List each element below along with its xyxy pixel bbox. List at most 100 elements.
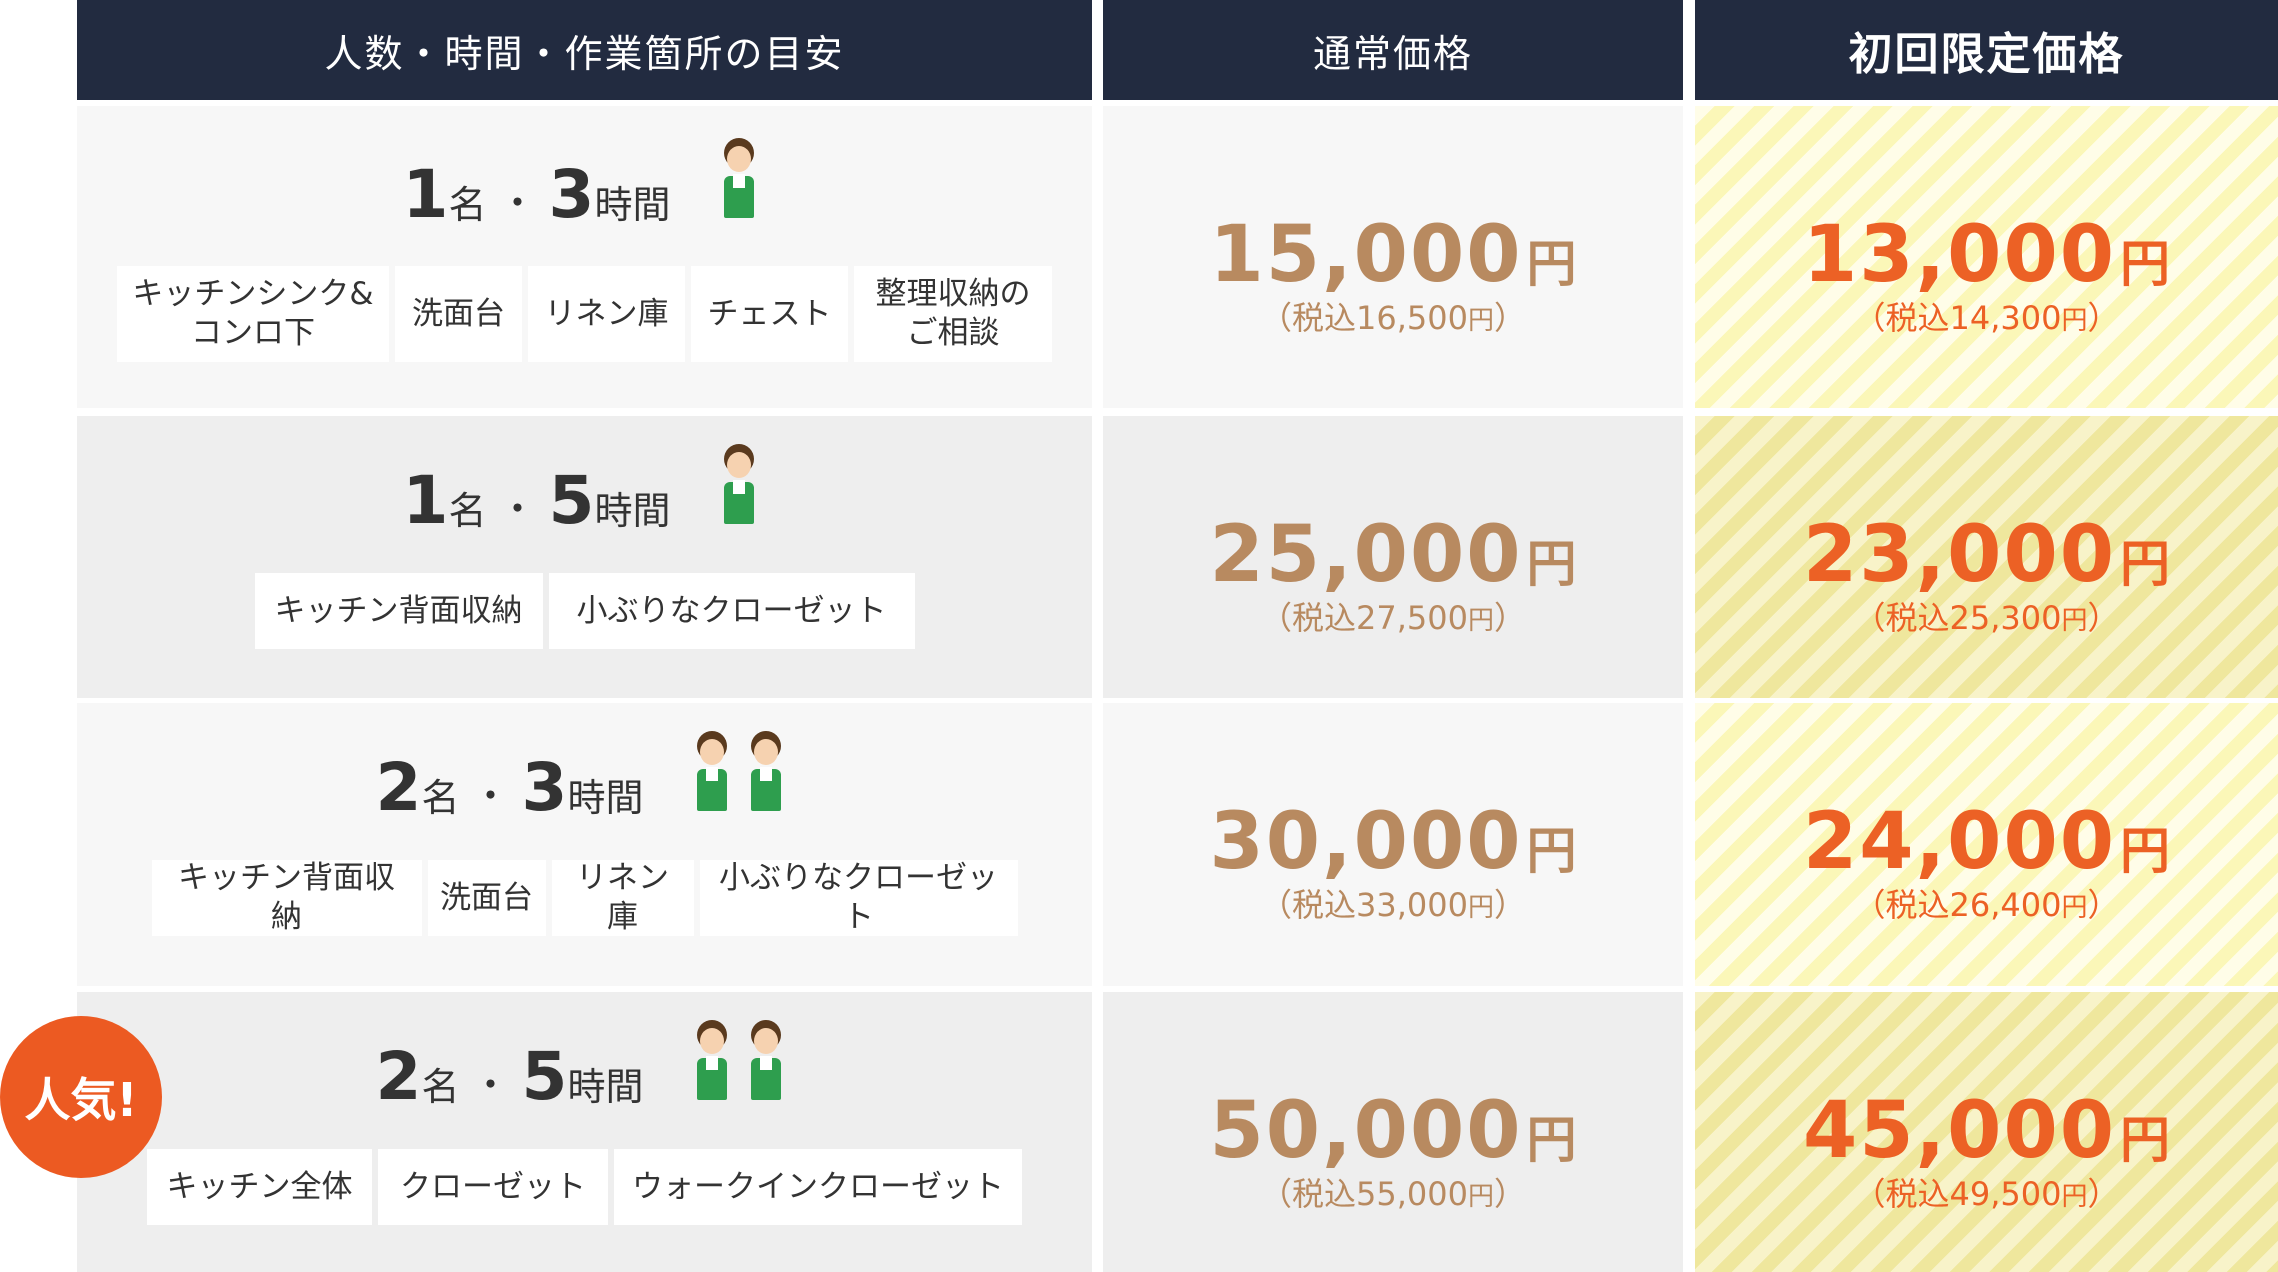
tax-label: （税込26,400 [1853,886,2062,924]
hours-unit: 時間 [594,489,671,533]
staff-icons [685,731,793,815]
pricing-table: 人数・時間・作業箇所の目安 通常価格 初回限定価格 1 名・ 3 時間 キッチンシンク&… [77,0,2278,1272]
staff-icons [712,444,766,528]
regular-price: 50,000円 [1103,1092,1683,1170]
people-unit: 名 [448,183,487,227]
plan-cell: 2 名・ 3 時間 キッチン背面収納 洗面台 リネン庫 小ぶりなクローゼット [77,703,1092,986]
staff-icon [743,1020,789,1104]
hours-unit: 時間 [567,1065,644,1109]
yen-symbol: 円 [2120,822,2170,880]
hours-count: 3 [548,156,595,233]
tax-label: （税込49,500 [1853,1175,2062,1213]
staff-icon [689,731,735,815]
yen-symbol: 円 [1467,893,1494,923]
intro-price: 45,000円 [1695,1092,2278,1170]
intro-price: 24,000円 [1695,803,2278,881]
yen-symbol: 円 [2061,606,2088,636]
area-tags: キッチンシンク& コンロ下 洗面台 リネン庫 チェスト 整理収納の ご相談 [77,266,1092,362]
regular-price-cell: 15,000円 （税込16,500円） [1103,106,1683,408]
plan-cell: 1 名・ 3 時間キッチンシンク& コンロ下 洗面台 リネン庫 チェスト 整理収納の ご相談 [77,106,1092,408]
area-tag: キッチンシンク& コンロ下 [117,266,389,362]
yen-symbol: 円 [1526,822,1577,880]
regular-tax-included: （税込33,000円） [1103,889,1683,921]
intro-price-amount: 23,000 [1803,510,2116,600]
intro-tax-included: （税込26,400円） [1695,889,2278,921]
people-unit: 名 [448,489,487,533]
plan-summary: 1 名・ 3 時間 [77,128,1092,228]
yen-symbol: 円 [1526,1111,1577,1169]
regular-price: 25,000円 [1103,516,1683,594]
area-tag: 洗面台 [427,860,546,936]
yen-symbol: 円 [1526,535,1577,593]
yen-symbol: 円 [2120,235,2170,293]
regular-price-amount: 50,000 [1209,1086,1523,1176]
area-tags: キッチン背面収納 小ぶりなクローゼット [77,573,1092,649]
people-unit: 名 [421,1065,460,1109]
separator-dot: ・ [471,774,510,818]
regular-price-cell: 30,000円 （税込33,000円） [1103,703,1683,986]
staff-icon [689,1020,735,1104]
intro-tax-included: （税込49,500円） [1695,1178,2278,1210]
tax-label: （税込55,000 [1259,1175,1468,1213]
intro-tax-included: （税込14,300円） [1695,302,2278,334]
popular-badge: 人気! [0,1016,162,1178]
tax-label: （税込16,500 [1259,299,1468,337]
intro-price: 23,000円 [1695,516,2278,594]
hours-unit: 時間 [567,776,644,820]
tax-label: （税込33,000 [1259,886,1468,924]
regular-tax-included: （税込55,000円） [1103,1178,1683,1210]
tax-close: ） [2087,299,2120,337]
staff-icon [716,444,762,528]
regular-price-cell: 25,000円 （税込27,500円） [1103,416,1683,698]
intro-price-cell: 23,000円 （税込25,300円） [1695,416,2278,698]
area-tag: キッチン背面収納 [151,860,422,936]
intro-price-amount: 13,000 [1803,210,2116,300]
area-tag: リネン庫 [551,860,694,936]
area-tag: 洗面台 [395,266,522,362]
regular-price: 15,000円 [1103,216,1683,294]
yen-symbol: 円 [2061,306,2088,336]
yen-symbol: 円 [1467,1182,1494,1212]
yen-symbol: 円 [2061,1182,2088,1212]
area-tag: リネン庫 [528,266,685,362]
regular-tax-included: （税込27,500円） [1103,602,1683,634]
yen-symbol: 円 [1467,306,1494,336]
plan-cell: 1 名・ 5 時間キッチン背面収納 小ぶりなクローゼット [77,416,1092,698]
regular-price-cell: 50,000円 （税込55,000円） [1103,992,1683,1272]
people-count: 1 [402,462,449,539]
area-tag: クローゼット [378,1149,608,1225]
staff-icon [716,138,762,222]
staff-icons [685,1020,793,1104]
header-regular-price: 通常価格 [1103,0,1683,100]
tax-close: ） [2087,886,2120,924]
staff-icon [743,731,789,815]
people-count: 1 [402,156,449,233]
yen-symbol: 円 [2120,1111,2170,1169]
plan-summary: 1 名・ 5 時間 [77,434,1092,534]
tax-close: ） [1493,299,1526,337]
people-unit: 名 [421,776,460,820]
hours-count: 3 [521,749,568,826]
staff-icons [712,138,766,222]
header-intro-price: 初回限定価格 [1695,0,2278,100]
plan-cell: 2 名・ 5 時間 キッチン全体 クローゼット ウォークインクローゼット [77,992,1092,1272]
yen-symbol: 円 [1467,606,1494,636]
area-tag: 整理収納の ご相談 [854,266,1052,362]
hours-count: 5 [548,462,595,539]
yen-symbol: 円 [1526,235,1577,293]
area-tag: 小ぶりなクローゼット [548,573,915,649]
regular-price-amount: 30,000 [1209,797,1523,887]
intro-price-amount: 24,000 [1803,797,2116,887]
regular-price-amount: 15,000 [1209,210,1523,300]
intro-price-cell: 13,000円 （税込14,300円） [1695,106,2278,408]
tax-close: ） [1493,599,1526,637]
people-count: 2 [375,1038,422,1115]
intro-price-cell: 45,000円 （税込49,500円） [1695,992,2278,1272]
tax-label: （税込25,300 [1853,599,2062,637]
hours-unit: 時間 [594,183,671,227]
intro-price: 13,000円 [1695,216,2278,294]
separator-dot: ・ [498,487,537,531]
regular-price-amount: 25,000 [1209,510,1523,600]
hours-count: 5 [521,1038,568,1115]
tax-close: ） [1493,1175,1526,1213]
